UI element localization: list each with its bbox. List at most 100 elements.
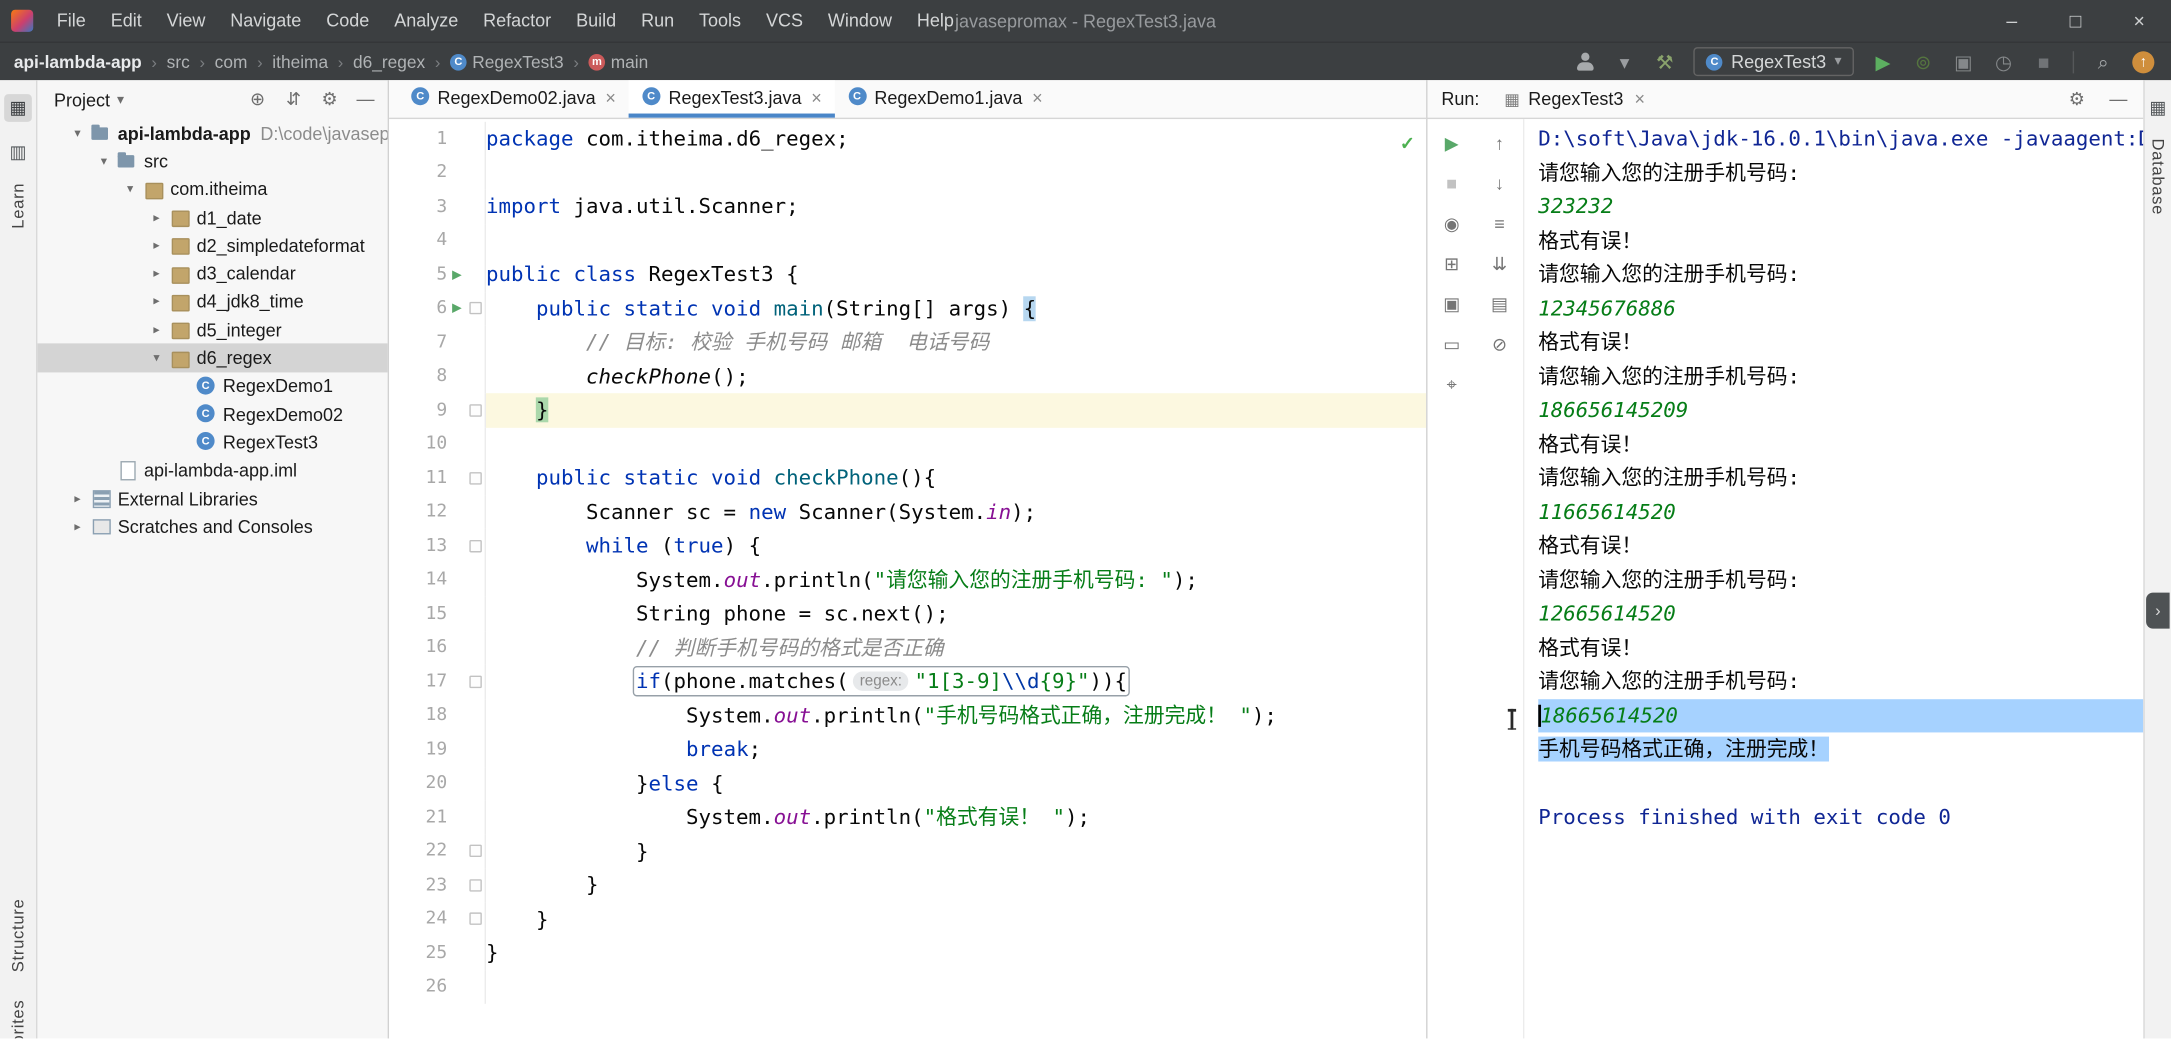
fold-marker[interactable] — [467, 404, 484, 416]
tree-item-regexdemo1[interactable]: C RegexDemo1 — [37, 372, 387, 400]
menu-vcs[interactable]: VCS — [754, 0, 816, 42]
code-text[interactable]: // 目标: 校验 手机号码 邮箱 电话号码 — [486, 325, 1426, 359]
code-text[interactable]: package com.itheima.d6_regex; — [486, 122, 1426, 156]
console-output[interactable]: D:\soft\Java\jdk-16.0.1\bin\java.exe -ja… — [1524, 119, 2144, 1039]
screenshot-button[interactable]: ◉ — [1441, 213, 1463, 235]
collapse-all-icon[interactable]: ⇵ — [282, 89, 304, 111]
project-panel-title[interactable]: Project — [54, 89, 110, 110]
clear-button[interactable]: ▭ — [1441, 334, 1463, 356]
fold-marker[interactable] — [467, 913, 484, 925]
run-button[interactable]: ▶ — [1872, 51, 1894, 73]
close-icon[interactable]: × — [1032, 87, 1043, 108]
tree-item-regexdemo02[interactable]: C RegexDemo02 — [37, 400, 387, 428]
code-text[interactable]: break; — [486, 732, 1426, 766]
database-tool-button[interactable]: ▦ — [2145, 94, 2171, 122]
coverage-button[interactable]: ▣ — [1952, 51, 1974, 73]
code-text[interactable]: if(phone.matches(regex: "1[3-9]\\d{9}")){ — [486, 665, 1426, 699]
code-text[interactable]: } — [486, 936, 1426, 970]
code-text[interactable]: } — [486, 868, 1426, 902]
menu-analyze[interactable]: Analyze — [382, 0, 471, 42]
fold-marker[interactable] — [467, 302, 484, 314]
code-text[interactable]: System.out.println("请您输入您的注册手机号码: "); — [486, 563, 1426, 597]
console-line-4[interactable]: 格式有误！ — [1538, 224, 2143, 258]
breadcrumb-item-itheima[interactable]: itheima — [272, 52, 328, 71]
breadcrumb-item-com[interactable]: com — [215, 52, 248, 71]
fold-marker[interactable] — [467, 472, 484, 484]
tree-item-regextest3[interactable]: C RegexTest3 — [37, 428, 387, 456]
console-line-6[interactable]: 12345676886 — [1538, 291, 2143, 325]
search-everywhere-button[interactable]: ⌕ — [2092, 51, 2114, 73]
tree-item-d1_date[interactable]: ▸ d1_date — [37, 203, 387, 231]
close-icon[interactable]: × — [1634, 89, 1645, 110]
tree-item-api-lambda-app[interactable]: ▾ api-lambda-app D:\code\javasepro — [37, 119, 387, 147]
console-line-2[interactable]: 请您输入您的注册手机号码: — [1538, 156, 2143, 190]
menu-window[interactable]: Window — [815, 0, 904, 42]
console-line-3[interactable]: 323232 — [1538, 190, 2143, 224]
down-stack-button[interactable]: ↓ — [1488, 173, 1510, 195]
pin-button[interactable]: ⌖ — [1441, 374, 1463, 396]
console-line-1[interactable]: D:\soft\Java\jdk-16.0.1\bin\java.exe -ja… — [1538, 122, 2143, 156]
up-stack-button[interactable]: ↑ — [1488, 133, 1510, 155]
breadcrumb-item-d6_regex[interactable]: d6_regex — [353, 52, 425, 71]
soft-wrap-button[interactable]: ≡ — [1488, 213, 1510, 235]
minimize-button[interactable]: – — [1980, 0, 2044, 42]
console-line-14[interactable]: 请您输入您的注册手机号码: — [1538, 563, 2143, 597]
tree-item-com.itheima[interactable]: ▾ com.itheima — [37, 175, 387, 203]
menu-view[interactable]: View — [154, 0, 218, 42]
tree-item-scratches and consoles[interactable]: ▸ Scratches and Consoles — [37, 513, 387, 541]
hide-panel-icon[interactable]: — — [354, 89, 376, 111]
console-line-12[interactable]: 11665614520 — [1538, 495, 2143, 529]
menu-build[interactable]: Build — [564, 0, 629, 42]
chevron-right-icon[interactable]: ▸ — [147, 238, 166, 253]
stop-button[interactable]: ■ — [1441, 173, 1463, 195]
scroll-end-button[interactable]: ⇊ — [1488, 253, 1510, 275]
chevron-right-icon[interactable]: ▸ — [147, 322, 166, 337]
tree-item-src[interactable]: ▾ src — [37, 147, 387, 175]
breadcrumb-item-main[interactable]: m main — [588, 52, 648, 71]
menu-refactor[interactable]: Refactor — [471, 0, 564, 42]
console-line-11[interactable]: 请您输入您的注册手机号码: — [1538, 461, 2143, 495]
breadcrumb-item-src[interactable]: src — [167, 52, 190, 71]
chevron-right-icon[interactable]: ▸ — [68, 491, 87, 506]
tab-regexdemo02.java[interactable]: C RegexDemo02.java × — [397, 80, 628, 117]
code-text[interactable]: import java.util.Scanner; — [486, 190, 1426, 224]
close-icon[interactable]: × — [605, 87, 616, 108]
fold-marker[interactable] — [467, 540, 484, 552]
console-line-19[interactable]: 手机号码格式正确，注册完成！ — [1538, 732, 2143, 766]
console-line-8[interactable]: 请您输入您的注册手机号码: — [1538, 359, 2143, 393]
code-text[interactable]: while (true) { — [486, 529, 1426, 563]
code-text[interactable]: public class RegexTest3 { — [486, 258, 1426, 292]
close-icon[interactable]: × — [811, 87, 822, 108]
code-text[interactable]: public static void main(String[] args) { — [486, 291, 1426, 325]
tab-regexdemo1.java[interactable]: C RegexDemo1.java × — [834, 80, 1055, 117]
tree-item-d5_integer[interactable]: ▸ d5_integer — [37, 316, 387, 344]
tree-item-api-lambda-app.iml[interactable]: api-lambda-app.iml — [37, 456, 387, 484]
tree-item-d2_simpledateformat[interactable]: ▸ d2_simpledateformat — [37, 231, 387, 259]
fold-marker[interactable] — [467, 879, 484, 891]
chevron-down-icon[interactable]: ▾ — [147, 350, 166, 365]
code-text[interactable]: }else { — [486, 766, 1426, 800]
restore-layout-button[interactable]: ⊞ — [1441, 253, 1463, 275]
code-text[interactable]: System.out.println("格式有误！ "); — [486, 800, 1426, 834]
close-button[interactable]: × — [2107, 0, 2171, 42]
console-line-13[interactable]: 格式有误！ — [1538, 529, 2143, 563]
update-button[interactable]: ↑ — [2132, 50, 2155, 73]
expand-tool-window-button[interactable]: › — [2146, 592, 2170, 629]
chevron-down-icon[interactable]: ▾ — [117, 92, 124, 107]
menu-code[interactable]: Code — [314, 0, 382, 42]
inspections-ok-icon[interactable]: ✓ — [1400, 133, 1415, 155]
chevron-down-icon[interactable]: ▾ — [94, 154, 113, 169]
favorites-tool-button[interactable]: Favorites — [8, 1000, 27, 1039]
console-line-16[interactable]: 格式有误！ — [1538, 631, 2143, 665]
chevron-right-icon[interactable]: ▸ — [147, 266, 166, 281]
menu-run[interactable]: Run — [629, 0, 687, 42]
chevron-down-icon[interactable]: ▾ — [68, 125, 87, 140]
code-text[interactable] — [486, 427, 1426, 461]
console-line-21[interactable]: Process finished with exit code 0 — [1538, 800, 2143, 834]
menu-file[interactable]: File — [44, 0, 98, 42]
chevron-right-icon[interactable]: ▸ — [68, 519, 87, 534]
console-line-10[interactable]: 格式有误！ — [1538, 427, 2143, 461]
learn-tool-button[interactable]: Learn — [8, 183, 27, 229]
code-text[interactable]: } — [485, 393, 1427, 428]
code-text[interactable]: } — [486, 902, 1426, 936]
